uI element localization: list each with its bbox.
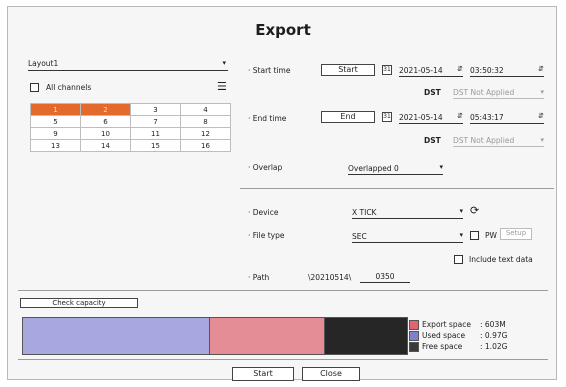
channel-row: 13 14 15 16	[30, 139, 231, 152]
all-channels-label: All channels	[46, 83, 92, 92]
legend-used: Used space : 0.97G	[409, 330, 507, 341]
end-time-label: · End time	[248, 114, 287, 123]
channel-cell-5[interactable]: 5	[30, 115, 81, 128]
path-label: · Path	[248, 273, 270, 282]
section-divider	[240, 188, 554, 189]
free-space-segment	[325, 318, 407, 354]
dropdown-arrow-icon: ▾	[459, 207, 463, 215]
layout-dropdown[interactable]: Layout1 ▾	[28, 59, 228, 71]
used-space-value: : 0.97G	[480, 331, 508, 340]
path-folder: \20210514\	[308, 273, 352, 282]
overlap-label: · Overlap	[248, 163, 283, 172]
device-label: · Device	[248, 208, 279, 217]
channel-cell-14[interactable]: 14	[80, 139, 131, 152]
check-capacity-button[interactable]: Check capacity	[20, 298, 138, 308]
start-time-field[interactable]: 03:50:32 ⇵	[470, 65, 544, 77]
channel-cell-1[interactable]: 1	[30, 103, 81, 116]
start-calendar-icon[interactable]: 31	[382, 65, 392, 75]
free-swatch	[409, 341, 419, 352]
channel-row: 5678	[30, 115, 231, 128]
list-menu-icon[interactable]: ☰	[217, 81, 227, 92]
channel-cell-13[interactable]: 13	[30, 139, 81, 152]
capacity-legend: Export space : 603M Used space : 0.97G F…	[409, 319, 507, 352]
include-text-label: Include text data	[469, 255, 533, 264]
legend-export: Export space : 603M	[409, 319, 507, 330]
channel-cell-2[interactable]: 2	[80, 103, 131, 116]
channel-cell-7[interactable]: 7	[130, 115, 181, 128]
channel-cell-11[interactable]: 11	[130, 127, 181, 140]
stepper-icon: ⇵	[457, 65, 463, 73]
start-time-button[interactable]: Start	[321, 64, 375, 76]
channel-cell-15[interactable]: 15	[130, 139, 181, 152]
channel-cell-12[interactable]: 12	[180, 127, 231, 140]
end-date-field[interactable]: 2021-05-14 ⇵	[399, 112, 463, 124]
end-time-field[interactable]: 05:43:17 ⇵	[470, 112, 544, 124]
channel-cell-3[interactable]: 3	[130, 103, 181, 116]
export-swatch	[409, 319, 419, 330]
stepper-icon: ⇵	[538, 112, 544, 120]
dropdown-arrow-icon: ▾	[540, 136, 544, 144]
export-dialog: Export Layout1 ▾ All channels ☰ 12345678…	[7, 6, 557, 381]
channel-cell-16[interactable]: 16	[180, 139, 231, 152]
free-space-value: : 1.02G	[480, 342, 508, 351]
used-swatch	[409, 330, 419, 341]
channel-cell-9[interactable]: 9	[30, 127, 81, 140]
section-divider	[18, 290, 548, 291]
end-dst-dropdown[interactable]: DST Not Applied ▾	[453, 136, 544, 147]
stepper-icon: ⇵	[457, 112, 463, 120]
export-space-label: Export space	[422, 320, 471, 329]
path-name-field[interactable]: 0350	[360, 272, 410, 283]
setup-button[interactable]: Setup	[500, 228, 532, 240]
include-text-checkbox[interactable]	[454, 255, 463, 264]
layout-value: Layout1	[28, 59, 59, 68]
overlap-dropdown[interactable]: Overlapped 0 ▾	[348, 163, 443, 175]
file-type-label: · File type	[248, 231, 285, 240]
start-date-field[interactable]: 2021-05-14 ⇵	[399, 65, 463, 77]
used-space-label: Used space	[422, 331, 466, 340]
close-button[interactable]: Close	[302, 367, 360, 381]
all-channels-checkbox[interactable]	[30, 83, 39, 92]
start-dst-dropdown[interactable]: DST Not Applied ▾	[453, 88, 544, 99]
free-space-label: Free space	[422, 342, 463, 351]
dropdown-arrow-icon: ▾	[459, 231, 463, 239]
dropdown-arrow-icon: ▾	[540, 88, 544, 96]
start-time-label: · Start time	[248, 66, 291, 75]
pw-checkbox[interactable]	[470, 231, 479, 240]
channel-cell-4[interactable]: 4	[180, 103, 231, 116]
dropdown-arrow-icon: ▾	[439, 163, 443, 171]
capacity-bar	[22, 317, 408, 355]
channel-row: 9 10 11 12	[30, 127, 231, 140]
end-calendar-icon[interactable]: 31	[382, 112, 392, 122]
stepper-icon: ⇵	[538, 65, 544, 73]
export-space-value: : 603M	[480, 320, 506, 329]
channel-cell-8[interactable]: 8	[180, 115, 231, 128]
channel-row: 1234	[30, 103, 231, 116]
channel-grid: 1 2 3 4 5 6 7 8 9 10 11 12 13 14 15 16	[30, 103, 231, 152]
device-dropdown[interactable]: X TICK ▾	[352, 207, 463, 219]
legend-free: Free space : 1.02G	[409, 341, 507, 352]
file-type-dropdown[interactable]: SEC ▾	[352, 231, 463, 243]
channel-cell-6[interactable]: 6	[80, 115, 131, 128]
channel-cell-10[interactable]: 10	[80, 127, 131, 140]
used-space-segment	[23, 318, 210, 354]
export-space-segment	[210, 318, 325, 354]
start-export-button[interactable]: Start	[232, 367, 294, 381]
end-dst-label: DST	[424, 136, 441, 145]
start-dst-label: DST	[424, 88, 441, 97]
dialog-title: Export	[255, 21, 311, 39]
refresh-icon[interactable]: ⟳	[470, 204, 479, 217]
pw-label: PW	[485, 231, 497, 240]
end-time-button[interactable]: End	[321, 111, 375, 123]
footer-divider	[18, 359, 548, 360]
dropdown-arrow-icon: ▾	[222, 59, 226, 67]
